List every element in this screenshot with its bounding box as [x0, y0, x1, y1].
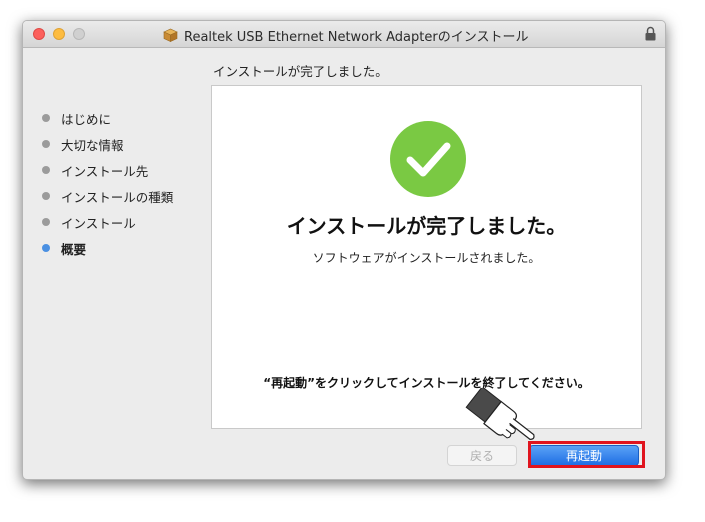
page-heading: インストールが完了しました。: [213, 64, 388, 79]
content-panel: インストールが完了しました。 ソフトウェアがインストールされました。 “再起動”…: [211, 85, 642, 429]
step-label: インストールの種類: [61, 189, 174, 205]
installer-steps: はじめに 大切な情報 インストール先 インストールの種類 インストール 概要: [23, 105, 203, 261]
zoom-window-button[interactable]: [73, 28, 85, 40]
step-installation-type: インストールの種類: [23, 183, 203, 209]
step-summary: 概要: [23, 235, 203, 261]
restart-instruction: “再起動”をクリックしてインストールを終了してください。: [263, 376, 590, 390]
step-label: はじめに: [61, 111, 112, 127]
title-bar: Realtek USB Ethernet Network Adapterのインス…: [23, 21, 665, 48]
step-dot-active: [42, 244, 50, 252]
lock-icon: [645, 26, 656, 41]
step-dot: [42, 114, 50, 122]
window-title: Realtek USB Ethernet Network Adapterのインス…: [163, 26, 529, 45]
window-title-text: Realtek USB Ethernet Network Adapterのインス…: [184, 29, 529, 45]
installer-window: Realtek USB Ethernet Network Adapterのインス…: [22, 20, 666, 480]
step-label: インストール先: [61, 163, 149, 179]
step-dot: [42, 218, 50, 226]
step-dot: [42, 140, 50, 148]
hand-pointer-icon: [465, 388, 535, 440]
minimize-window-button[interactable]: [53, 28, 65, 40]
step-dot: [42, 166, 50, 174]
step-destination: インストール先: [23, 157, 203, 183]
close-window-button[interactable]: [33, 28, 45, 40]
restart-highlight-box: [528, 441, 645, 468]
step-read-me: 大切な情報: [23, 131, 203, 157]
step-dot: [42, 192, 50, 200]
step-installation: インストール: [23, 209, 203, 235]
package-icon: [163, 28, 178, 42]
checkmark-icon: [390, 121, 466, 197]
completion-subtitle: ソフトウェアがインストールされました。: [312, 251, 541, 265]
step-label: インストール: [61, 215, 136, 231]
step-introduction: はじめに: [23, 105, 203, 131]
step-label: 概要: [61, 241, 87, 257]
completion-title: インストールが完了しました。: [286, 214, 567, 238]
step-label: 大切な情報: [61, 137, 124, 153]
